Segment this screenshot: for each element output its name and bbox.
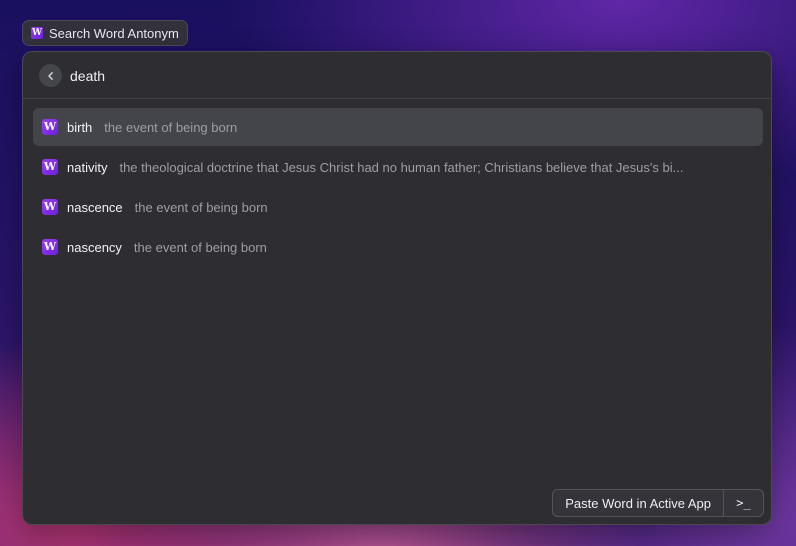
terminal-icon[interactable]: >_	[723, 490, 763, 516]
result-definition: the event of being born	[134, 199, 268, 215]
result-word: nascency	[67, 239, 122, 255]
list-item[interactable]: W nativity the theological doctrine that…	[33, 148, 763, 186]
result-definition: the theological doctrine that Jesus Chri…	[119, 159, 684, 175]
word-icon: W	[42, 239, 58, 255]
word-icon: W	[42, 119, 58, 135]
paste-word-button[interactable]: Paste Word in Active App	[553, 490, 723, 516]
result-definition: the event of being born	[133, 239, 267, 255]
chevron-left-icon	[46, 71, 56, 81]
word-extension-icon: W	[31, 27, 43, 39]
word-icon: W	[42, 199, 58, 215]
results-list: W birth the event of being born W nativi…	[33, 108, 763, 268]
list-item[interactable]: W nascence the event of being born	[33, 188, 763, 226]
search-bar: death	[23, 52, 771, 99]
result-definition: the event of being born	[104, 119, 238, 135]
extension-title: Search Word Antonym	[49, 25, 179, 41]
list-item[interactable]: W birth the event of being born	[33, 108, 763, 146]
command-panel: death W birth the event of being born W …	[22, 51, 772, 525]
search-input[interactable]: death	[70, 66, 105, 86]
list-item[interactable]: W nascency the event of being born	[33, 228, 763, 266]
back-button[interactable]	[39, 64, 62, 87]
word-icon: W	[42, 159, 58, 175]
extension-title-pill: W Search Word Antonym	[22, 20, 188, 46]
action-bar: Paste Word in Active App >_	[552, 489, 764, 517]
result-word: nativity	[67, 159, 108, 175]
result-word: nascence	[67, 199, 123, 215]
result-word: birth	[67, 119, 93, 135]
